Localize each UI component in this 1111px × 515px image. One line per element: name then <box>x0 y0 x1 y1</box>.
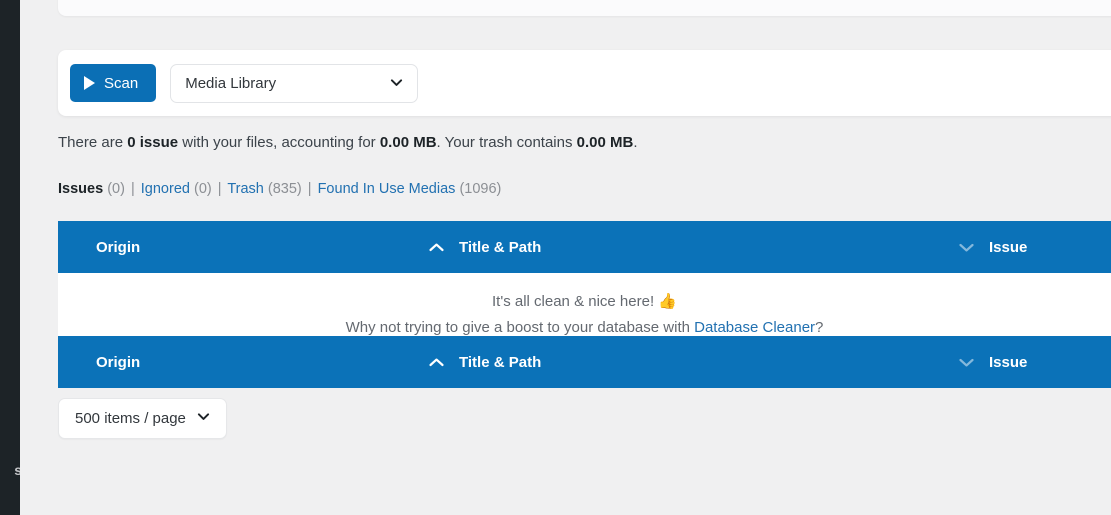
filter-links: Issues (0) | Ignored (0) | Trash (835) |… <box>58 181 501 197</box>
column-header-issue-label: Issue <box>989 238 1028 256</box>
filter-trash[interactable]: Trash <box>227 181 264 197</box>
summary-suffix: . <box>633 134 638 151</box>
per-page-select[interactable]: 500 items / page <box>58 398 227 439</box>
filter-issues-count: (0) <box>107 181 125 197</box>
chevron-down-icon <box>958 357 975 368</box>
column-footer-title-path-label: Title & Path <box>459 353 542 371</box>
chevron-down-icon <box>197 410 210 428</box>
admin-sidebar: s <box>0 0 20 515</box>
filter-found-in-use-medias-count: (1096) <box>459 181 502 197</box>
scan-source-value: Media Library <box>185 74 277 92</box>
chevron-down-icon <box>958 242 975 253</box>
scan-button[interactable]: Scan <box>70 64 157 102</box>
per-page-value: 500 items / page <box>75 410 186 427</box>
filter-separator: | <box>130 181 135 197</box>
sidebar-item-truncated-label: s <box>14 462 20 478</box>
column-header-origin-label: Origin <box>96 238 141 256</box>
filter-found-in-use-medias[interactable]: Found In Use Medias <box>318 181 456 197</box>
summary-issue-count: 0 issue <box>127 134 179 151</box>
empty-state-suggestion-prefix: Why not trying to give a boost to your d… <box>345 318 695 336</box>
column-footer-origin[interactable]: Origin <box>58 354 428 371</box>
chevron-down-icon <box>390 76 403 89</box>
filter-separator: | <box>217 181 222 197</box>
empty-state-suggestion-suffix: ? <box>815 318 824 336</box>
thumbs-up-icon: 👍 <box>658 293 677 310</box>
table-header-top: Origin Title & Path Issue <box>58 221 1111 273</box>
filter-trash-count: (835) <box>267 181 302 197</box>
chevron-up-icon <box>428 357 445 368</box>
column-footer-issue-label: Issue <box>989 353 1028 371</box>
empty-state-row: It's all clean & nice here! 👍 Why not tr… <box>58 273 1111 336</box>
empty-state-line-2: Why not trying to give a boost to your d… <box>58 315 1111 336</box>
column-header-title-path-label: Title & Path <box>459 238 542 256</box>
play-icon <box>84 76 95 90</box>
chevron-up-icon <box>428 242 445 253</box>
summary-prefix: There are <box>58 134 128 151</box>
results-table: Origin Title & Path Issue It's all clean… <box>58 221 1111 388</box>
filter-ignored[interactable]: Ignored <box>141 181 190 197</box>
summary-trash-size: 0.00 MB <box>576 134 634 151</box>
media-cleaner-screen: s Scan Media Library There are 0 issue w <box>0 0 1111 515</box>
column-footer-title-path[interactable]: Title & Path <box>428 354 958 371</box>
column-footer-origin-label: Origin <box>96 353 141 371</box>
filter-separator: | <box>307 181 312 197</box>
database-cleaner-link[interactable]: Database Cleaner <box>694 319 815 336</box>
table-header-bottom: Origin Title & Path Issue <box>58 336 1111 388</box>
top-panel-clipped <box>58 0 1111 16</box>
filter-issues[interactable]: Issues <box>58 181 103 197</box>
column-header-issue[interactable]: Issue <box>958 239 1027 256</box>
empty-state-line-1: It's all clean & nice here! 👍 <box>58 289 1111 315</box>
scan-button-label: Scan <box>104 74 139 92</box>
summary-trash-prefix: . Your trash contains <box>436 134 577 151</box>
summary-issue-size: 0.00 MB <box>379 134 437 151</box>
summary-middle: with your files, accounting for <box>178 134 380 151</box>
empty-state-message: It's all clean & nice here! <box>492 293 655 310</box>
scan-source-select[interactable]: Media Library <box>170 63 419 103</box>
main-content: Scan Media Library There are 0 issue wit… <box>20 0 1111 515</box>
column-header-origin[interactable]: Origin <box>58 239 428 256</box>
column-header-title-path[interactable]: Title & Path <box>428 239 958 256</box>
scan-summary: There are 0 issue with your files, accou… <box>58 134 638 151</box>
column-footer-issue[interactable]: Issue <box>958 354 1027 371</box>
filter-ignored-count: (0) <box>193 181 212 197</box>
scan-toolbar: Scan Media Library <box>58 50 1111 116</box>
